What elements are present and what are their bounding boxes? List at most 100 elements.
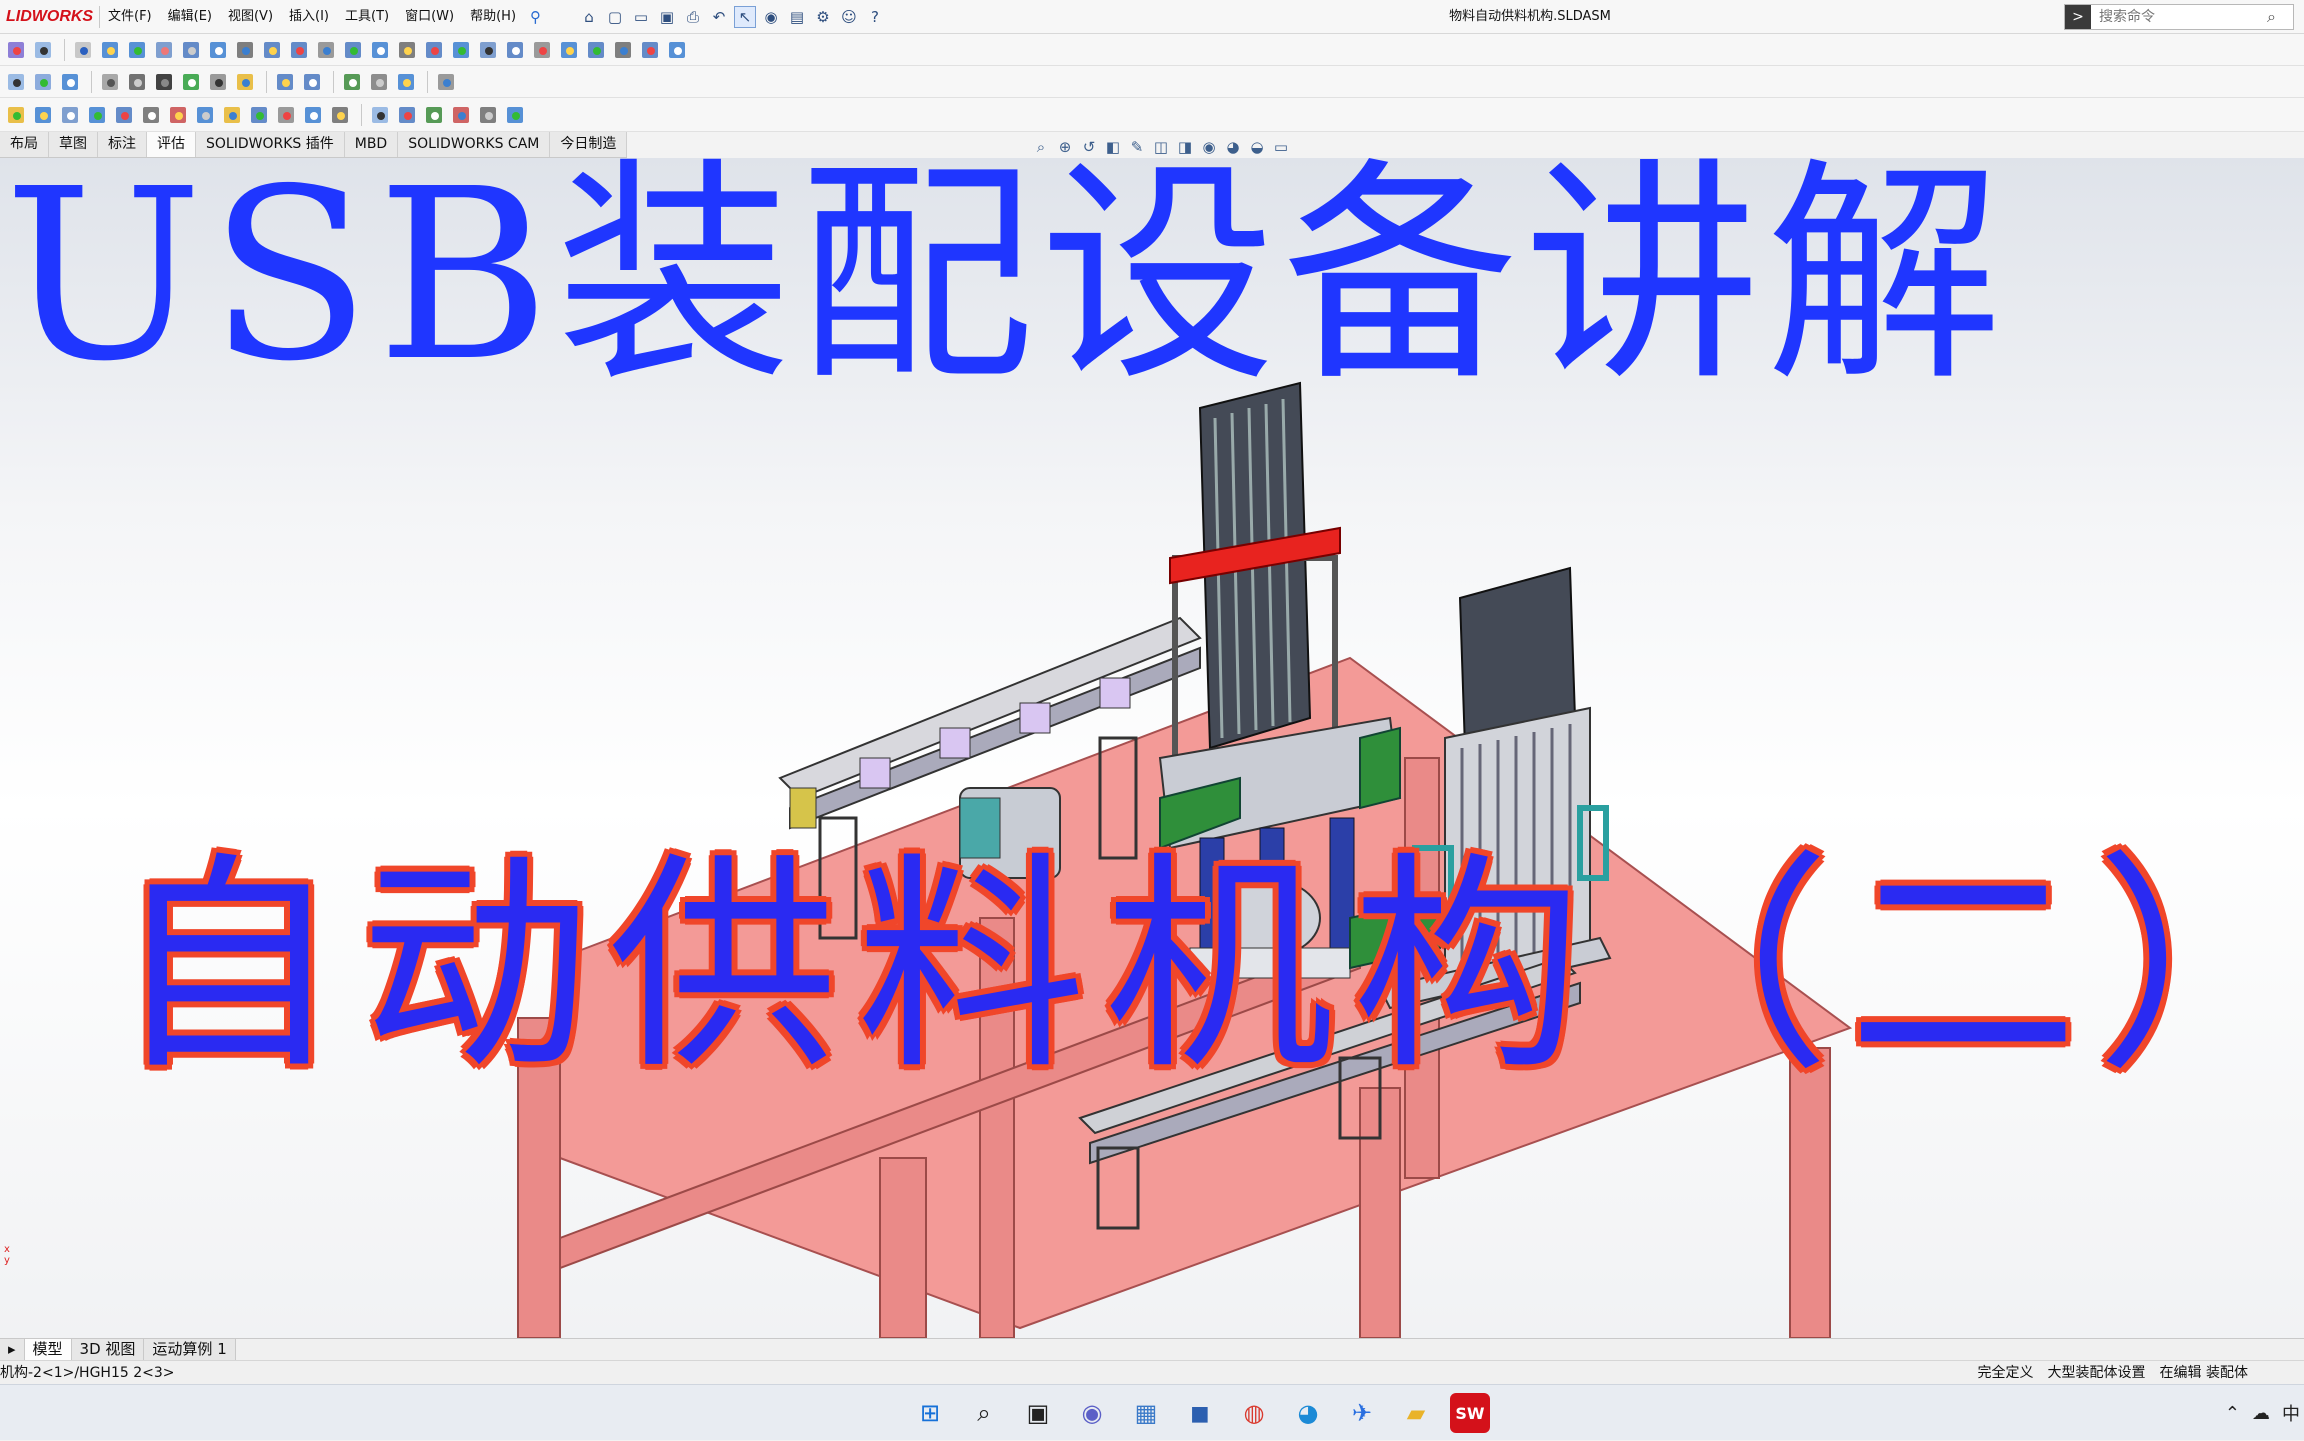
appearance-icon[interactable] [31,70,55,94]
explode-line-icon[interactable] [301,103,325,127]
pin-icon[interactable]: ⚲ [530,8,541,26]
zoom-to-area-icon[interactable]: ⊕ [1054,136,1076,158]
ime-indicator[interactable]: 中 [2282,1400,2300,1426]
edit-appearance-icon[interactable]: ◕ [1222,136,1244,158]
insert-component-icon[interactable] [665,38,689,62]
solidworks-logo[interactable]: LIDWORKS [0,6,101,28]
tab-solidworks-cam[interactable]: SOLIDWORKS CAM [398,132,551,157]
zoom-fit-icon[interactable] [300,70,324,94]
zoom-icon[interactable] [273,70,297,94]
mirror-icon[interactable] [274,103,298,127]
rotate-component-icon[interactable] [287,38,311,62]
dynamic-annotation-icon[interactable]: ✎ [1126,136,1148,158]
measure-icon[interactable] [476,38,500,62]
undo-icon[interactable]: ↶ [708,6,730,28]
apply-scene-icon[interactable]: ◒ [1246,136,1268,158]
print-preview-icon[interactable] [367,70,391,94]
filter-icon[interactable] [4,38,28,62]
statistics-icon[interactable] [476,103,500,127]
3d-sketch-icon[interactable] [193,103,217,127]
toolbox-icon[interactable] [434,70,458,94]
check-icon[interactable] [368,103,392,127]
zoom-to-fit-icon[interactable]: ⌕ [1030,136,1052,158]
tab-mbd[interactable]: MBD [344,132,399,157]
search-icon[interactable]: ⌕ [964,1393,1004,1433]
section-view-icon[interactable] [530,38,554,62]
chrome-icon[interactable]: ◍ [1234,1393,1274,1433]
mate-icon[interactable] [206,38,230,62]
move-component-icon[interactable] [260,38,284,62]
photos-icon[interactable]: ▦ [1126,1393,1166,1433]
simplify-icon[interactable] [328,103,352,127]
task-view-icon[interactable]: ▣ [1018,1393,1058,1433]
color-icon[interactable] [220,103,244,127]
menu-edit[interactable]: 编辑(E) [160,0,220,34]
chevron-up-icon[interactable]: ⌃ [2225,1403,2240,1424]
sketch-icon[interactable] [422,38,446,62]
tab-markup[interactable]: 标注 [98,132,147,157]
edge-icon[interactable]: ◕ [1288,1393,1328,1433]
menu-help[interactable]: 帮助(H) [462,0,524,34]
new-document-icon[interactable]: ▢ [604,6,626,28]
axis-icon[interactable] [125,38,149,62]
decal-icon[interactable] [206,70,230,94]
globe-icon[interactable] [58,70,82,94]
menu-tools[interactable]: 工具(T) [337,0,397,34]
windows-start-icon[interactable]: ⊞ [910,1393,950,1433]
search-input[interactable] [2097,8,2267,26]
menu-insert[interactable]: 插入(I) [281,0,337,34]
feishu-icon[interactable]: ✈ [1342,1393,1382,1433]
routing-icon[interactable] [166,103,190,127]
point-icon[interactable] [71,38,95,62]
realview-icon[interactable] [179,70,203,94]
save-icon[interactable]: ▣ [656,6,678,28]
menu-window[interactable]: 窗口(W) [397,0,462,34]
dimension-icon[interactable] [449,38,473,62]
exploded-view-icon[interactable] [341,38,365,62]
interference-icon[interactable] [503,38,527,62]
section-view-icon[interactable]: ◧ [1102,136,1124,158]
tab-motion-study-1[interactable]: 运动算例 1 [144,1339,236,1360]
display-manager-icon[interactable] [85,103,109,127]
file-properties-icon[interactable]: ▤ [786,6,808,28]
coordinate-system-icon[interactable] [152,38,176,62]
previous-view-icon[interactable]: ↺ [1078,136,1100,158]
chat-icon[interactable]: ◉ [1072,1393,1112,1433]
assembly-feature-icon[interactable] [638,38,662,62]
menu-file[interactable]: 文件(F) [100,0,160,34]
photo-render-icon[interactable] [394,70,418,94]
display-style-icon[interactable] [125,70,149,94]
rebuild-icon[interactable]: ◉ [760,6,782,28]
costing-icon[interactable] [422,103,446,127]
store-icon[interactable]: ◼ [1180,1393,1220,1433]
tab-make-today[interactable]: 今日制造 [550,132,628,157]
tree-icon[interactable] [4,103,28,127]
tab-toggle-icon[interactable]: ▸ [0,1339,25,1360]
bill-of-materials-icon[interactable] [368,38,392,62]
view-settings-icon[interactable] [4,70,28,94]
view-orientation-icon[interactable]: ◫ [1150,136,1172,158]
motion-icon[interactable] [112,103,136,127]
network-icon[interactable]: ☁ [2252,1403,2270,1424]
solidworks-taskbar-icon[interactable]: SW [1450,1393,1490,1433]
view-settings-icon[interactable]: ▭ [1270,136,1292,158]
print-icon[interactable]: ⎙ [682,6,704,28]
help-icon[interactable]: ? [864,6,886,28]
instant3d-icon[interactable] [395,38,419,62]
linear-pattern-icon[interactable] [247,103,271,127]
status-large-assembly-settings[interactable]: 大型装配体设置 [2048,1361,2146,1385]
configuration-icon[interactable] [58,103,82,127]
gear-settings-icon[interactable] [98,70,122,94]
simulation-icon[interactable] [139,103,163,127]
hide-show-items-icon[interactable]: ◉ [1198,136,1220,158]
reference-icon[interactable] [179,38,203,62]
mass-properties-icon[interactable] [557,38,581,62]
home-icon[interactable]: ⌂ [578,6,600,28]
tab-3d-views[interactable]: 3D 视图 [71,1339,145,1360]
file-explorer-icon[interactable]: ▰ [1396,1393,1436,1433]
search-icon[interactable]: ⌕ [2267,7,2276,27]
tab-evaluate[interactable]: 评估 [147,132,196,157]
shadows-icon[interactable] [152,70,176,94]
options-gear-icon[interactable]: ⚙ [812,6,834,28]
display-style-icon[interactable]: ◨ [1174,136,1196,158]
